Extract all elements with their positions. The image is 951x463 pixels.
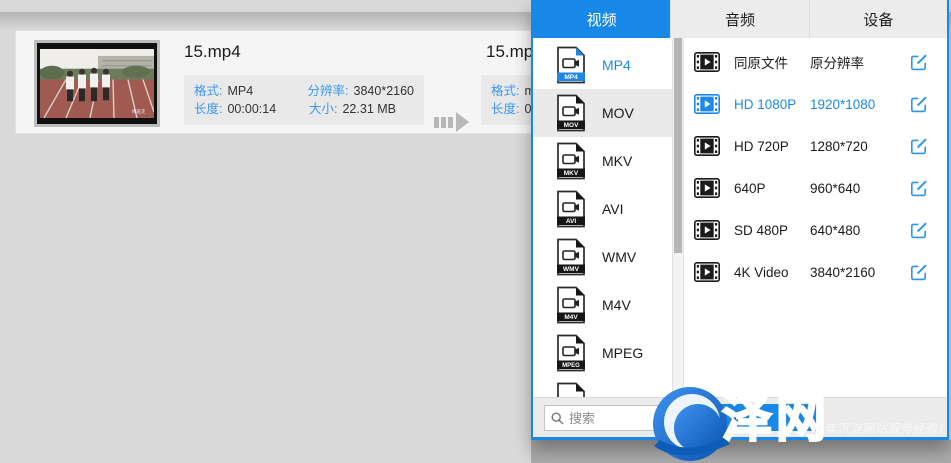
duration-label: 长度: <box>194 100 227 118</box>
preset-640p[interactable]: 640P 960*640 <box>684 167 947 209</box>
svg-text:MPEG: MPEG <box>562 363 580 369</box>
confirm-button[interactable]: 确定 <box>672 404 817 431</box>
preset-name: 4K Video <box>734 265 810 280</box>
film-strip-icon <box>694 52 720 72</box>
preset-name: 640P <box>734 181 810 196</box>
format-label: WMV <box>602 249 636 265</box>
file-format-icon: MOV <box>555 94 587 132</box>
format-item-avi[interactable]: AVI AVI <box>533 185 672 233</box>
edit-icon[interactable] <box>910 53 928 71</box>
format-item-m4v[interactable]: M4V M4V <box>533 281 672 329</box>
format-value: MP4 <box>227 82 253 100</box>
preset-resolution: 640*480 <box>810 223 860 238</box>
file-format-icon: WMV <box>555 238 587 276</box>
preset-hd-1080p[interactable]: HD 1080P 1920*1080 <box>684 83 947 125</box>
preset-name: SD 480P <box>734 223 810 238</box>
preset-name: 同原文件 <box>734 52 810 72</box>
film-strip-icon <box>694 262 720 282</box>
format-item-wmv[interactable]: WMV WMV <box>533 233 672 281</box>
svg-text:M4V: M4V <box>564 314 578 321</box>
preset-same-as-source[interactable]: 同原文件 原分辨率 <box>684 41 947 83</box>
format-item-mkv[interactable]: MKV MKV <box>533 137 672 185</box>
preset-name: HD 1080P <box>734 97 810 112</box>
format-label: MKV <box>602 153 632 169</box>
file-format-icon: MP4 <box>555 46 587 84</box>
format-item-mov[interactable]: MOV MOV <box>533 89 672 137</box>
format-item-mpeg[interactable]: MPEG MPEG <box>533 329 672 377</box>
format-list-scrollbar[interactable] <box>672 38 684 397</box>
format-label: AVI <box>602 201 624 217</box>
edit-icon[interactable] <box>910 137 928 155</box>
file-format-icon: M4V <box>555 286 587 324</box>
preset-4k-video[interactable]: 4K Video 3840*2160 <box>684 251 947 293</box>
tab-audio[interactable]: 音频 <box>670 0 808 38</box>
film-strip-icon <box>694 136 720 156</box>
format-label: MP4 <box>602 57 631 73</box>
resolution-label: 分辨率: <box>308 82 354 100</box>
file-format-icon <box>555 382 587 397</box>
output-format-label: 格式: <box>491 82 524 100</box>
tab-video[interactable]: 视频 <box>533 0 670 38</box>
format-label: 格式: <box>194 82 227 100</box>
svg-text:MKV: MKV <box>564 170 579 177</box>
edit-icon[interactable] <box>910 221 928 239</box>
convert-arrow-icon <box>434 111 480 133</box>
search-box[interactable] <box>544 405 672 431</box>
film-strip-icon <box>694 178 720 198</box>
popup-footer: 确定 <box>533 397 947 437</box>
preset-hd-720p[interactable]: HD 720P 1280*720 <box>684 125 947 167</box>
output-format-popup: 视频 音频 设备 MP4 MP4 <box>531 0 949 440</box>
format-label: MPEG <box>602 345 643 361</box>
edit-icon[interactable] <box>910 263 928 281</box>
preset-sd-480p[interactable]: SD 480P 640*480 <box>684 209 947 251</box>
format-list: MP4 MP4 MOV MOV <box>533 38 672 397</box>
output-duration-label: 长度: <box>491 100 524 118</box>
source-info-box: 格式:MP4 分辨率:3840*2160 长度:00:00:14 大小:22.3… <box>184 75 424 125</box>
format-label: M4V <box>602 297 631 313</box>
preset-list: 同原文件 原分辨率 HD 1080P 1920*1080 <box>684 38 947 397</box>
preset-name: HD 720P <box>734 139 810 154</box>
svg-text:WMV: WMV <box>563 266 580 273</box>
preset-resolution: 原分辨率 <box>810 52 864 72</box>
source-filename: 15.mp4 <box>184 42 241 62</box>
format-label: MOV <box>602 105 634 121</box>
scrollbar-thumb[interactable] <box>674 38 682 253</box>
thumbnail-watermark-text: 梅班走 <box>132 108 146 115</box>
size-label: 大小: <box>309 100 342 118</box>
film-strip-icon <box>694 220 720 240</box>
search-icon <box>551 412 564 425</box>
svg-text:AVI: AVI <box>566 218 577 225</box>
svg-text:MOV: MOV <box>564 122 579 129</box>
search-input[interactable] <box>569 411 665 426</box>
tab-device[interactable]: 设备 <box>809 0 947 38</box>
file-format-icon: MKV <box>555 142 587 180</box>
file-format-icon: AVI <box>555 190 587 228</box>
svg-text:MP4: MP4 <box>564 74 578 81</box>
duration-value: 00:00:14 <box>227 100 276 118</box>
preset-resolution: 3840*2160 <box>810 265 875 280</box>
resolution-value: 3840*2160 <box>354 82 414 100</box>
format-item-mp4[interactable]: MP4 MP4 <box>533 41 672 89</box>
thumbnail-scene-image: 梅班走 <box>40 49 154 118</box>
file-format-icon: MPEG <box>555 334 587 372</box>
format-item-partial[interactable] <box>533 377 672 397</box>
film-strip-icon <box>694 94 720 114</box>
thumbnail-frame: 梅班走 <box>37 43 157 124</box>
popup-tabs: 视频 音频 设备 <box>533 0 947 38</box>
preset-resolution: 1280*720 <box>810 139 868 154</box>
preset-resolution: 960*640 <box>810 181 860 196</box>
edit-icon[interactable] <box>910 179 928 197</box>
video-thumbnail[interactable]: 梅班走 <box>34 40 160 127</box>
edit-icon[interactable] <box>910 95 928 113</box>
popup-bottom-shadow-band <box>531 440 951 463</box>
size-value: 22.31 MB <box>342 100 396 118</box>
preset-resolution: 1920*1080 <box>810 97 875 112</box>
